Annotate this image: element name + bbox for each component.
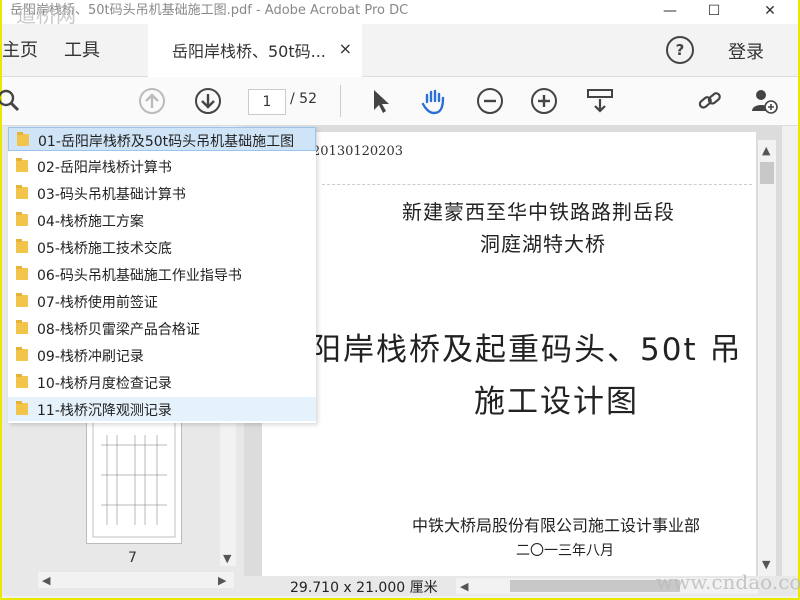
drawing-title: 阳岸栈桥及起重码头、50t 吊 [310,332,743,368]
scroll-left-icon[interactable]: ◀ [42,574,50,587]
page-number-input[interactable]: 1 [248,89,286,115]
document-date: 二〇一三年八月 [516,543,614,559]
page-thumbnail[interactable] [86,414,182,544]
search-icon[interactable] [0,87,24,115]
organization: 中铁大桥局股份有限公司施工设计事业部 [412,516,701,535]
folder-icon [16,320,28,334]
left-pane-horizontal-scrollbar[interactable]: ◀ ▶ [38,572,234,588]
folder-icon [17,132,29,146]
toolbar: 1 / 52 [0,77,798,126]
folder-icon [16,293,28,307]
tab-home[interactable]: 主页 [2,36,38,62]
prev-page-icon[interactable] [138,87,166,115]
help-icon[interactable]: ? [666,36,694,64]
zoom-in-icon[interactable] [530,87,558,115]
tab-tools[interactable]: 工具 [64,36,100,62]
list-item[interactable]: 11-栈桥沉降观测记录 [8,397,316,421]
watermark: 道桥网 [16,3,76,27]
thumbnail-page-number: 7 [128,550,137,566]
drawing-subtitle: 施工设计图 [474,384,639,420]
document-vertical-scrollbar[interactable]: ▲ ▼ [758,140,776,576]
scroll-down-icon[interactable]: ▼ [223,552,231,565]
document-tab-label: 岳阳岸栈桥、50t码... [172,42,326,61]
list-item[interactable]: 05-栈桥施工技术交底 [8,235,316,259]
folder-icon [16,185,28,199]
page-view-icon[interactable] [586,87,614,115]
close-tab-icon[interactable]: × [339,39,352,58]
page-divider [322,184,752,186]
toolbar-separator [340,85,341,117]
login-button[interactable]: 登录 [728,38,764,64]
list-item[interactable]: 08-栈桥贝雷梁产品合格证 [8,316,316,340]
minimize-button[interactable]: — [650,0,690,22]
list-item[interactable]: 07-栈桥使用前签证 [8,289,316,313]
hand-tool-icon[interactable] [420,87,448,115]
attachments-dropdown: 01-岳阳岸栈桥及50t码头吊机基础施工图 02-岳阳岸栈桥计算书 03-码头吊… [8,127,316,423]
tab-bar: 主页 工具 岳阳岸栈桥、50t码... × ? 登录 [2,24,798,78]
list-item[interactable]: 06-码头吊机基础施工作业指导书 [8,262,316,286]
footer-watermark: www.cndao.com [656,570,800,594]
folder-icon [16,347,28,361]
scroll-left-icon[interactable]: ◀ [460,580,468,593]
list-item[interactable]: 03-码头吊机基础计算书 [8,181,316,205]
list-item[interactable]: 04-栈桥施工方案 [8,208,316,232]
close-window-button[interactable]: ✕ [750,0,790,22]
share-link-icon[interactable] [696,87,724,115]
vertical-scroll-thumb[interactable] [760,162,774,184]
thumbnail-drawing [92,420,176,538]
add-user-icon[interactable] [750,87,778,115]
scroll-up-icon[interactable]: ▲ [762,144,770,157]
list-item[interactable]: 10-栈桥月度检查记录 [8,370,316,394]
next-page-icon[interactable] [194,87,222,115]
pdf-page: 20130120203 新建蒙西至华中铁路路荆岳段 洞庭湖特大桥 阳岸栈桥及起重… [262,132,756,576]
page-dimensions: 29.710 x 21.000 厘米 [290,580,438,596]
list-item[interactable]: 09-栈桥冲刷记录 [8,343,316,367]
select-arrow-icon[interactable] [366,87,394,115]
folder-icon [16,401,28,415]
list-item[interactable]: 02-岳阳岸栈桥计算书 [8,154,316,178]
title-bar: 岳阳岸栈桥、50t码头吊机基础施工图.pdf - Adobe Acrobat P… [2,0,798,27]
zoom-out-icon[interactable] [476,87,504,115]
folder-icon [16,374,28,388]
project-line-2: 洞庭湖特大桥 [480,232,606,256]
document-code: 20130120203 [312,144,403,159]
maximize-button[interactable]: ☐ [694,0,734,22]
page-total: / 52 [290,91,317,107]
project-line-1: 新建蒙西至华中铁路路荆岳段 [402,200,675,224]
folder-icon [16,158,28,172]
tab-document[interactable]: 岳阳岸栈桥、50t码... × [148,24,362,78]
folder-icon [16,212,28,226]
horizontal-scroll-thumb[interactable] [510,580,680,592]
list-item[interactable]: 01-岳阳岸栈桥及50t码头吊机基础施工图 [8,127,316,151]
scroll-right-icon[interactable]: ▶ [218,574,226,587]
folder-icon [16,266,28,280]
folder-icon [16,239,28,253]
